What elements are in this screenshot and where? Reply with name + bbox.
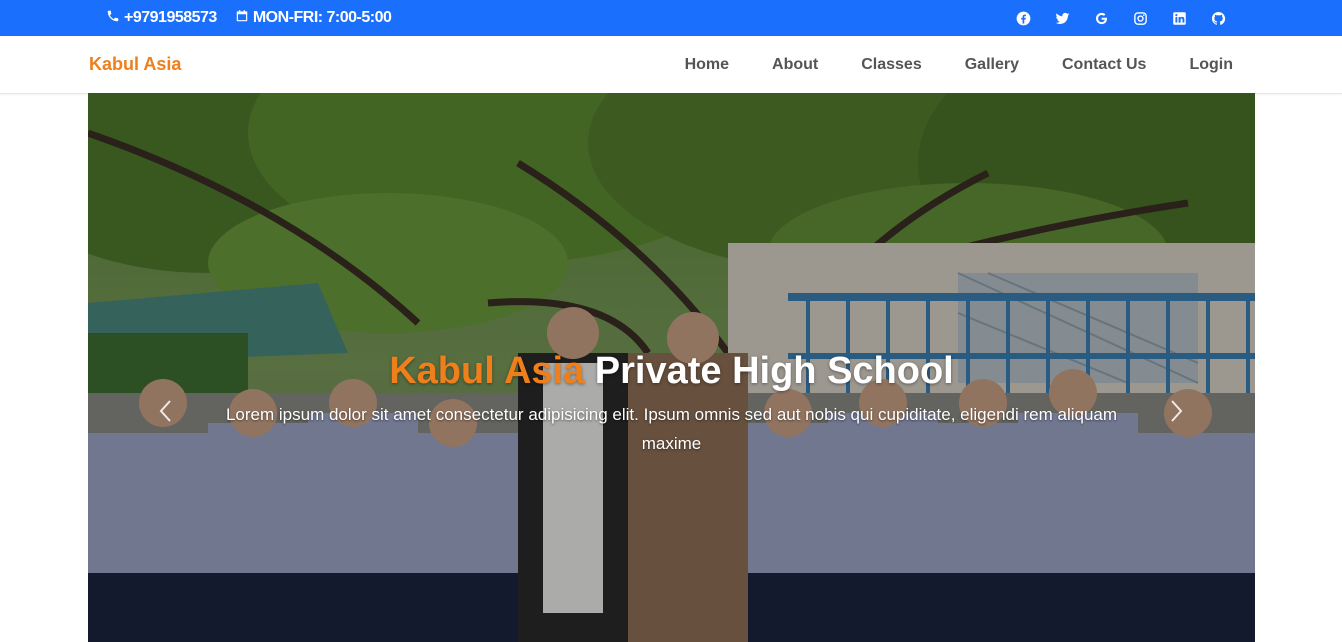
social-links (1016, 0, 1226, 36)
facebook-icon[interactable] (1016, 11, 1031, 26)
twitter-icon[interactable] (1055, 11, 1070, 26)
phone-icon (106, 9, 120, 28)
chevron-left-icon (156, 397, 176, 430)
phone-number: +9791958573 (124, 9, 217, 26)
contact-info: +9791958573 MON-FRI: 7:00-5:00 (106, 0, 392, 36)
instagram-icon[interactable] (1133, 11, 1148, 26)
nav-gallery[interactable]: Gallery (965, 56, 1019, 74)
hero-caption: Kabul Asia Private High School Lorem ips… (88, 348, 1255, 458)
nav-classes[interactable]: Classes (861, 56, 922, 74)
nav-home[interactable]: Home (685, 56, 729, 74)
chevron-right-icon (1166, 397, 1186, 430)
nav-about[interactable]: About (772, 56, 818, 74)
hero-title-rest: Private High School (584, 350, 954, 392)
top-info-bar: +9791958573 MON-FRI: 7:00-5:00 (0, 0, 1342, 36)
hours-info: MON-FRI: 7:00-5:00 (235, 9, 392, 28)
opening-hours: MON-FRI: 7:00-5:00 (252, 9, 392, 26)
github-icon[interactable] (1211, 11, 1226, 26)
phone-info: +9791958573 (106, 9, 217, 28)
brand-logo-text[interactable]: Kabul Asia (89, 36, 181, 93)
carousel-prev-button[interactable] (146, 388, 186, 438)
hero-title-accent: Kabul Asia (389, 350, 585, 392)
hero-title: Kabul Asia Private High School (88, 348, 1255, 394)
google-icon[interactable] (1094, 11, 1109, 26)
calendar-icon (235, 9, 249, 28)
nav-contact-us[interactable]: Contact Us (1062, 56, 1146, 74)
linkedin-icon[interactable] (1172, 11, 1187, 26)
nav-menu: Home About Classes Gallery Contact Us Lo… (685, 36, 1233, 93)
main-navbar: Kabul Asia Home About Classes Gallery Co… (0, 36, 1342, 94)
nav-login[interactable]: Login (1189, 56, 1233, 74)
hero-carousel: Kabul Asia Private High School Lorem ips… (88, 93, 1255, 642)
hero-subtitle: Lorem ipsum dolor sit amet consectetur a… (225, 405, 1118, 453)
carousel-next-button[interactable] (1156, 388, 1196, 438)
